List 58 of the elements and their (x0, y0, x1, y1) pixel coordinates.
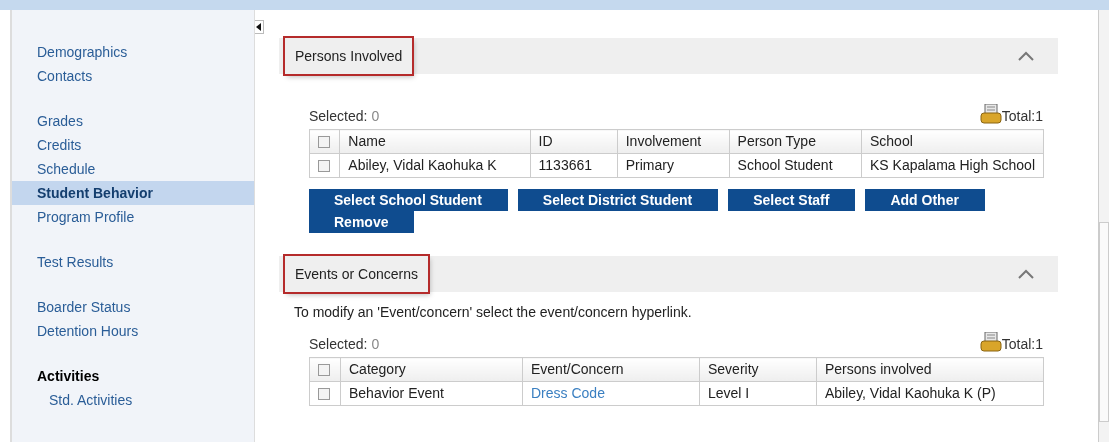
selected-count: 0 (371, 336, 380, 352)
action-button[interactable]: Add Other (865, 189, 985, 211)
sidebar-item[interactable]: Demographics (12, 40, 254, 64)
table-cell: KS Kapalama High School (861, 153, 1044, 178)
column-header: Involvement (617, 129, 730, 154)
event-link[interactable]: Dress Code (531, 385, 605, 401)
checkbox[interactable] (318, 160, 330, 173)
checkbox[interactable] (318, 364, 330, 377)
scrollbar[interactable] (1098, 10, 1109, 442)
scrollbar-thumb[interactable] (1099, 222, 1109, 422)
total-count: Total:1 (1001, 336, 1043, 352)
column-header: Event/Concern (522, 357, 700, 382)
sidebar-item[interactable]: Boarder Status (12, 295, 254, 319)
printer-icon[interactable] (979, 332, 1002, 352)
sidebar-item[interactable]: Program Profile (12, 205, 254, 229)
section-title: Events or Concerns (285, 256, 428, 292)
chevron-up-icon[interactable] (1018, 51, 1034, 61)
table-cell: Behavior Event (340, 381, 523, 406)
table-cell: School Student (729, 153, 862, 178)
column-header: ID (530, 129, 618, 154)
sidebar-item[interactable]: Student Behavior (12, 181, 254, 205)
selected-count: 0 (371, 108, 380, 124)
sidebar-item[interactable]: Contacts (12, 64, 254, 88)
total-count: Total:1 (1001, 108, 1043, 124)
section-header[interactable]: Events or Concerns (279, 256, 1058, 292)
collapse-sidebar-button[interactable] (255, 20, 264, 34)
sidebar-heading: Activities (36, 367, 101, 386)
table-cell: 1133661 (530, 153, 618, 178)
printer-icon[interactable] (979, 104, 1002, 124)
sidebar-item[interactable]: Std. Activities (12, 388, 254, 412)
table-cell: Level I (699, 381, 817, 406)
instruction-text: To modify an 'Event/concern' select the event/concern hyperlink. (294, 304, 693, 320)
checkbox[interactable] (318, 136, 330, 149)
sidebar-item[interactable]: Grades (12, 109, 254, 133)
action-button[interactable]: Select District Student (517, 189, 719, 211)
section-header[interactable]: Persons Involved (279, 38, 1058, 74)
checkbox[interactable] (318, 388, 330, 401)
table-cell: Abiley, Vidal Kaohuka K (P) (816, 381, 1044, 406)
table-cell: Abiley, Vidal Kaohuka K (339, 153, 531, 178)
selected-label: Selected: (309, 336, 368, 352)
column-header: Category (340, 357, 523, 382)
sidebar-item[interactable]: Detention Hours (12, 319, 254, 343)
column-header: Persons involved (816, 357, 1044, 382)
column-header: School (861, 129, 1044, 154)
chevron-up-icon[interactable] (1018, 269, 1034, 279)
triangle-left-icon (256, 23, 262, 31)
sidebar-item[interactable]: Test Results (12, 250, 254, 274)
selected-label: Selected: (309, 108, 368, 124)
table-cell: Primary (617, 153, 730, 178)
column-header: Name (339, 129, 531, 154)
action-button[interactable]: Remove (309, 211, 415, 233)
sidebar-item[interactable]: Credits (12, 133, 254, 157)
column-header: Person Type (729, 129, 862, 154)
action-button[interactable]: Select Staff (728, 189, 856, 211)
column-header: Severity (699, 357, 817, 382)
section-title: Persons Involved (285, 38, 413, 74)
action-button[interactable]: Select School Student (309, 189, 508, 211)
sidebar-item[interactable]: Schedule (12, 157, 254, 181)
